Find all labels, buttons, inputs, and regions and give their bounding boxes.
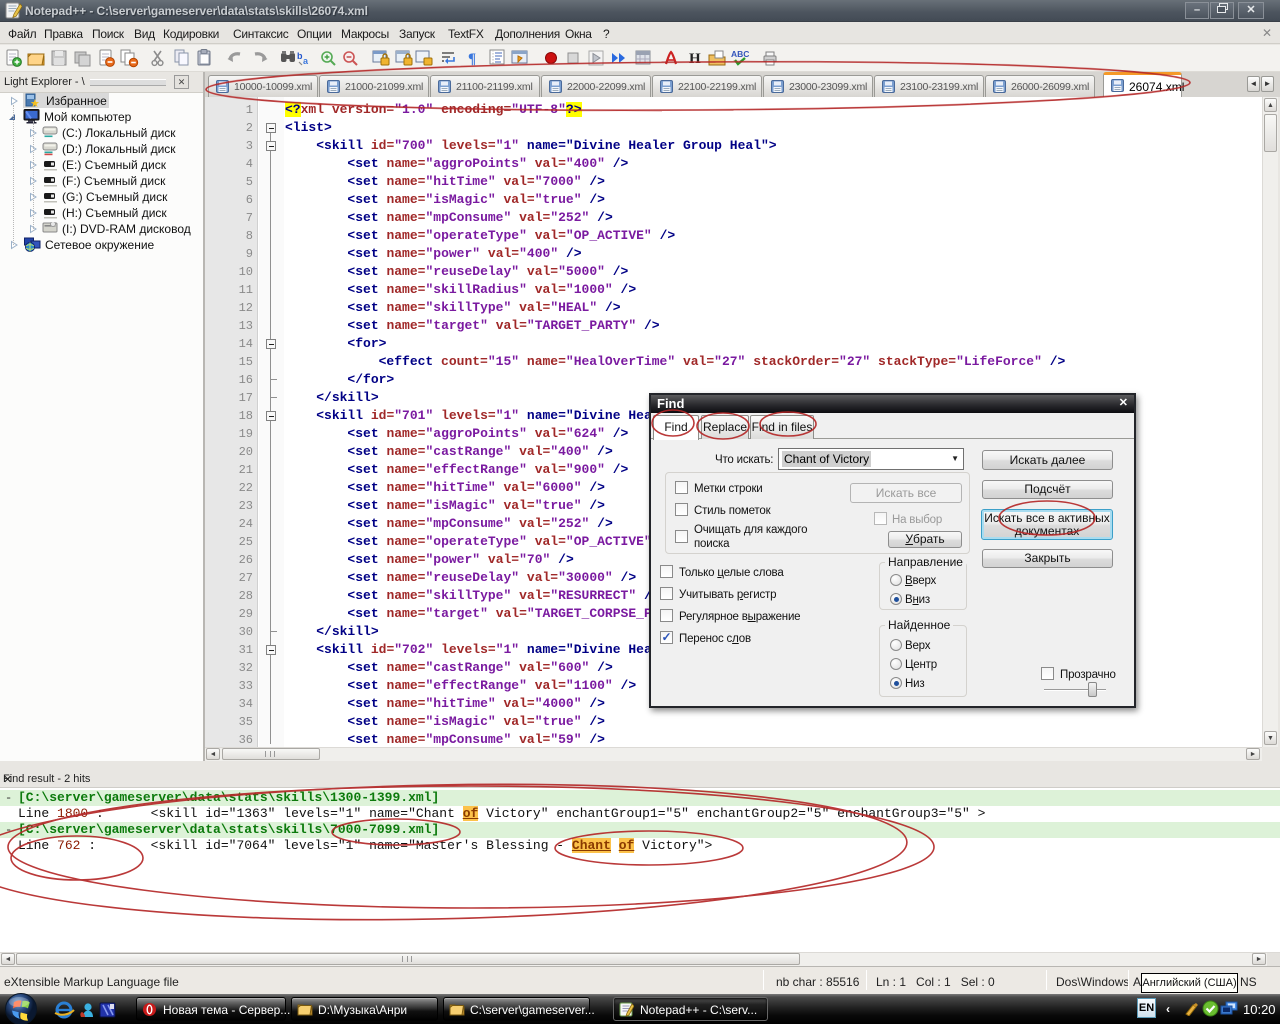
svg-text:a: a xyxy=(303,56,309,66)
svg-text:★: ★ xyxy=(30,98,40,108)
svg-text:H: H xyxy=(689,51,701,67)
svg-text:¶: ¶ xyxy=(468,51,476,67)
svg-text:ABC: ABC xyxy=(731,49,749,59)
